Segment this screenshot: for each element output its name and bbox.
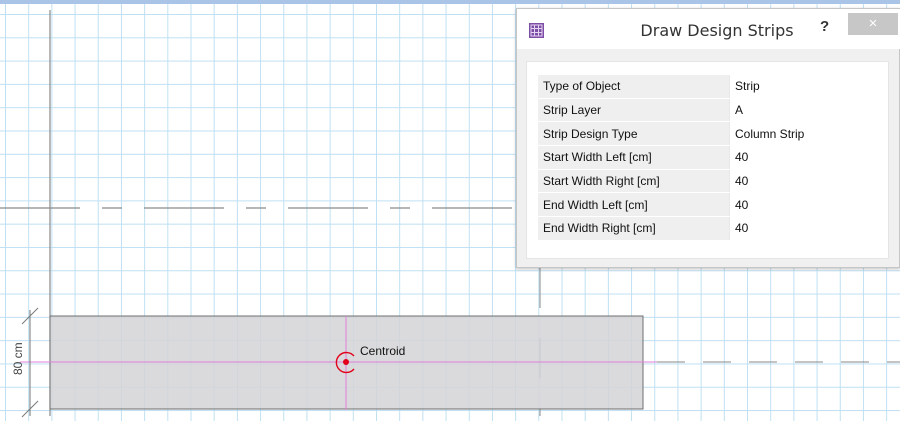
table-row: Strip Design Type Column Strip bbox=[538, 121, 881, 147]
property-key: Start Width Right [cm] bbox=[538, 169, 730, 194]
draw-design-strips-dialog: Draw Design Strips ? × Type of Object St… bbox=[516, 8, 900, 268]
table-row: Type of Object Strip bbox=[538, 75, 881, 99]
property-value[interactable]: Strip bbox=[729, 75, 881, 99]
table-row: Strip Layer A bbox=[538, 98, 881, 123]
properties-table: Type of Object Strip Strip Layer A Strip… bbox=[538, 75, 881, 241]
property-key: End Width Left [cm] bbox=[538, 192, 730, 218]
table-row: End Width Left [cm] 40 bbox=[538, 192, 881, 218]
table-row: Start Width Left [cm] 40 bbox=[538, 145, 881, 170]
property-value[interactable]: 40 bbox=[729, 192, 881, 218]
dialog-title: Draw Design Strips bbox=[640, 21, 794, 40]
property-key: End Width Right [cm] bbox=[538, 216, 730, 241]
property-key: Type of Object bbox=[538, 75, 730, 99]
property-key: Start Width Left [cm] bbox=[538, 145, 730, 170]
dialog-titlebar[interactable]: Draw Design Strips ? × bbox=[517, 9, 900, 49]
properties-panel: Type of Object Strip Strip Layer A Strip… bbox=[526, 61, 889, 259]
property-value[interactable]: Column Strip bbox=[729, 121, 881, 147]
property-value[interactable]: 40 bbox=[729, 169, 881, 194]
property-value[interactable]: A bbox=[729, 98, 881, 123]
property-key: Strip Design Type bbox=[538, 121, 730, 147]
table-row: End Width Right [cm] 40 bbox=[538, 216, 881, 241]
centroid-dot-icon bbox=[343, 359, 349, 365]
help-button[interactable]: ? bbox=[820, 18, 829, 35]
dimension-label: 80 cm bbox=[11, 342, 25, 375]
close-button[interactable]: × bbox=[848, 13, 898, 35]
property-value[interactable]: 40 bbox=[729, 145, 881, 170]
property-key: Strip Layer bbox=[538, 98, 730, 123]
centroid-label: Centroid bbox=[360, 344, 405, 358]
table-row: Start Width Right [cm] 40 bbox=[538, 169, 881, 194]
property-value[interactable]: 40 bbox=[729, 216, 881, 241]
